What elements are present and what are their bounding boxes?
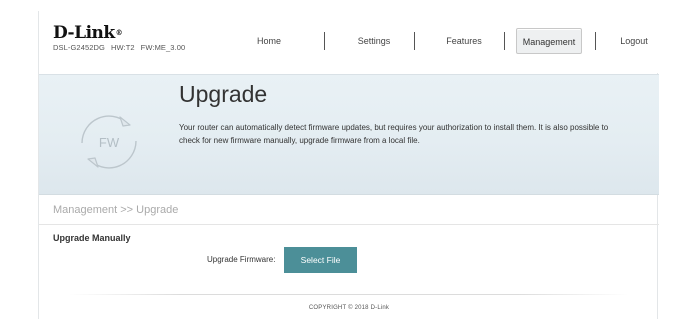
nav-divider [504,32,505,50]
top-nav: Home Settings Features Management Logout [39,28,659,54]
footer-divider [69,294,629,295]
breadcrumb: Management >> Upgrade [39,196,659,225]
section-title-upgrade-manually: Upgrade Manually [53,233,131,243]
nav-management[interactable]: Management [516,28,582,54]
page-banner: FW Upgrade Your router can automatically… [39,74,659,195]
nav-settings[interactable]: Settings [339,28,409,54]
copyright-text: COPYRIGHT © 2018 D-Link [308,305,390,311]
nav-divider [595,32,596,50]
fw-icon-label: FW [99,135,120,150]
nav-divider [414,32,415,50]
upgrade-firmware-label: Upgrade Firmware: [207,255,276,264]
header: D-Link® DSL-G2452DG HW:T2 FW:ME_3.00 Home … [39,11,659,73]
page-description: Your router can automatically detect fir… [179,123,609,145]
refresh-circle-icon: FW [81,115,137,169]
page-frame: D-Link® DSL-G2452DG HW:T2 FW:ME_3.00 Home … [38,11,659,319]
page-title: Upgrade [179,81,268,107]
nav-logout[interactable]: Logout [611,28,657,54]
select-file-button[interactable]: Select File [284,247,357,273]
nav-divider [324,32,325,50]
nav-home[interactable]: Home [239,28,299,54]
nav-features[interactable]: Features [424,28,504,54]
